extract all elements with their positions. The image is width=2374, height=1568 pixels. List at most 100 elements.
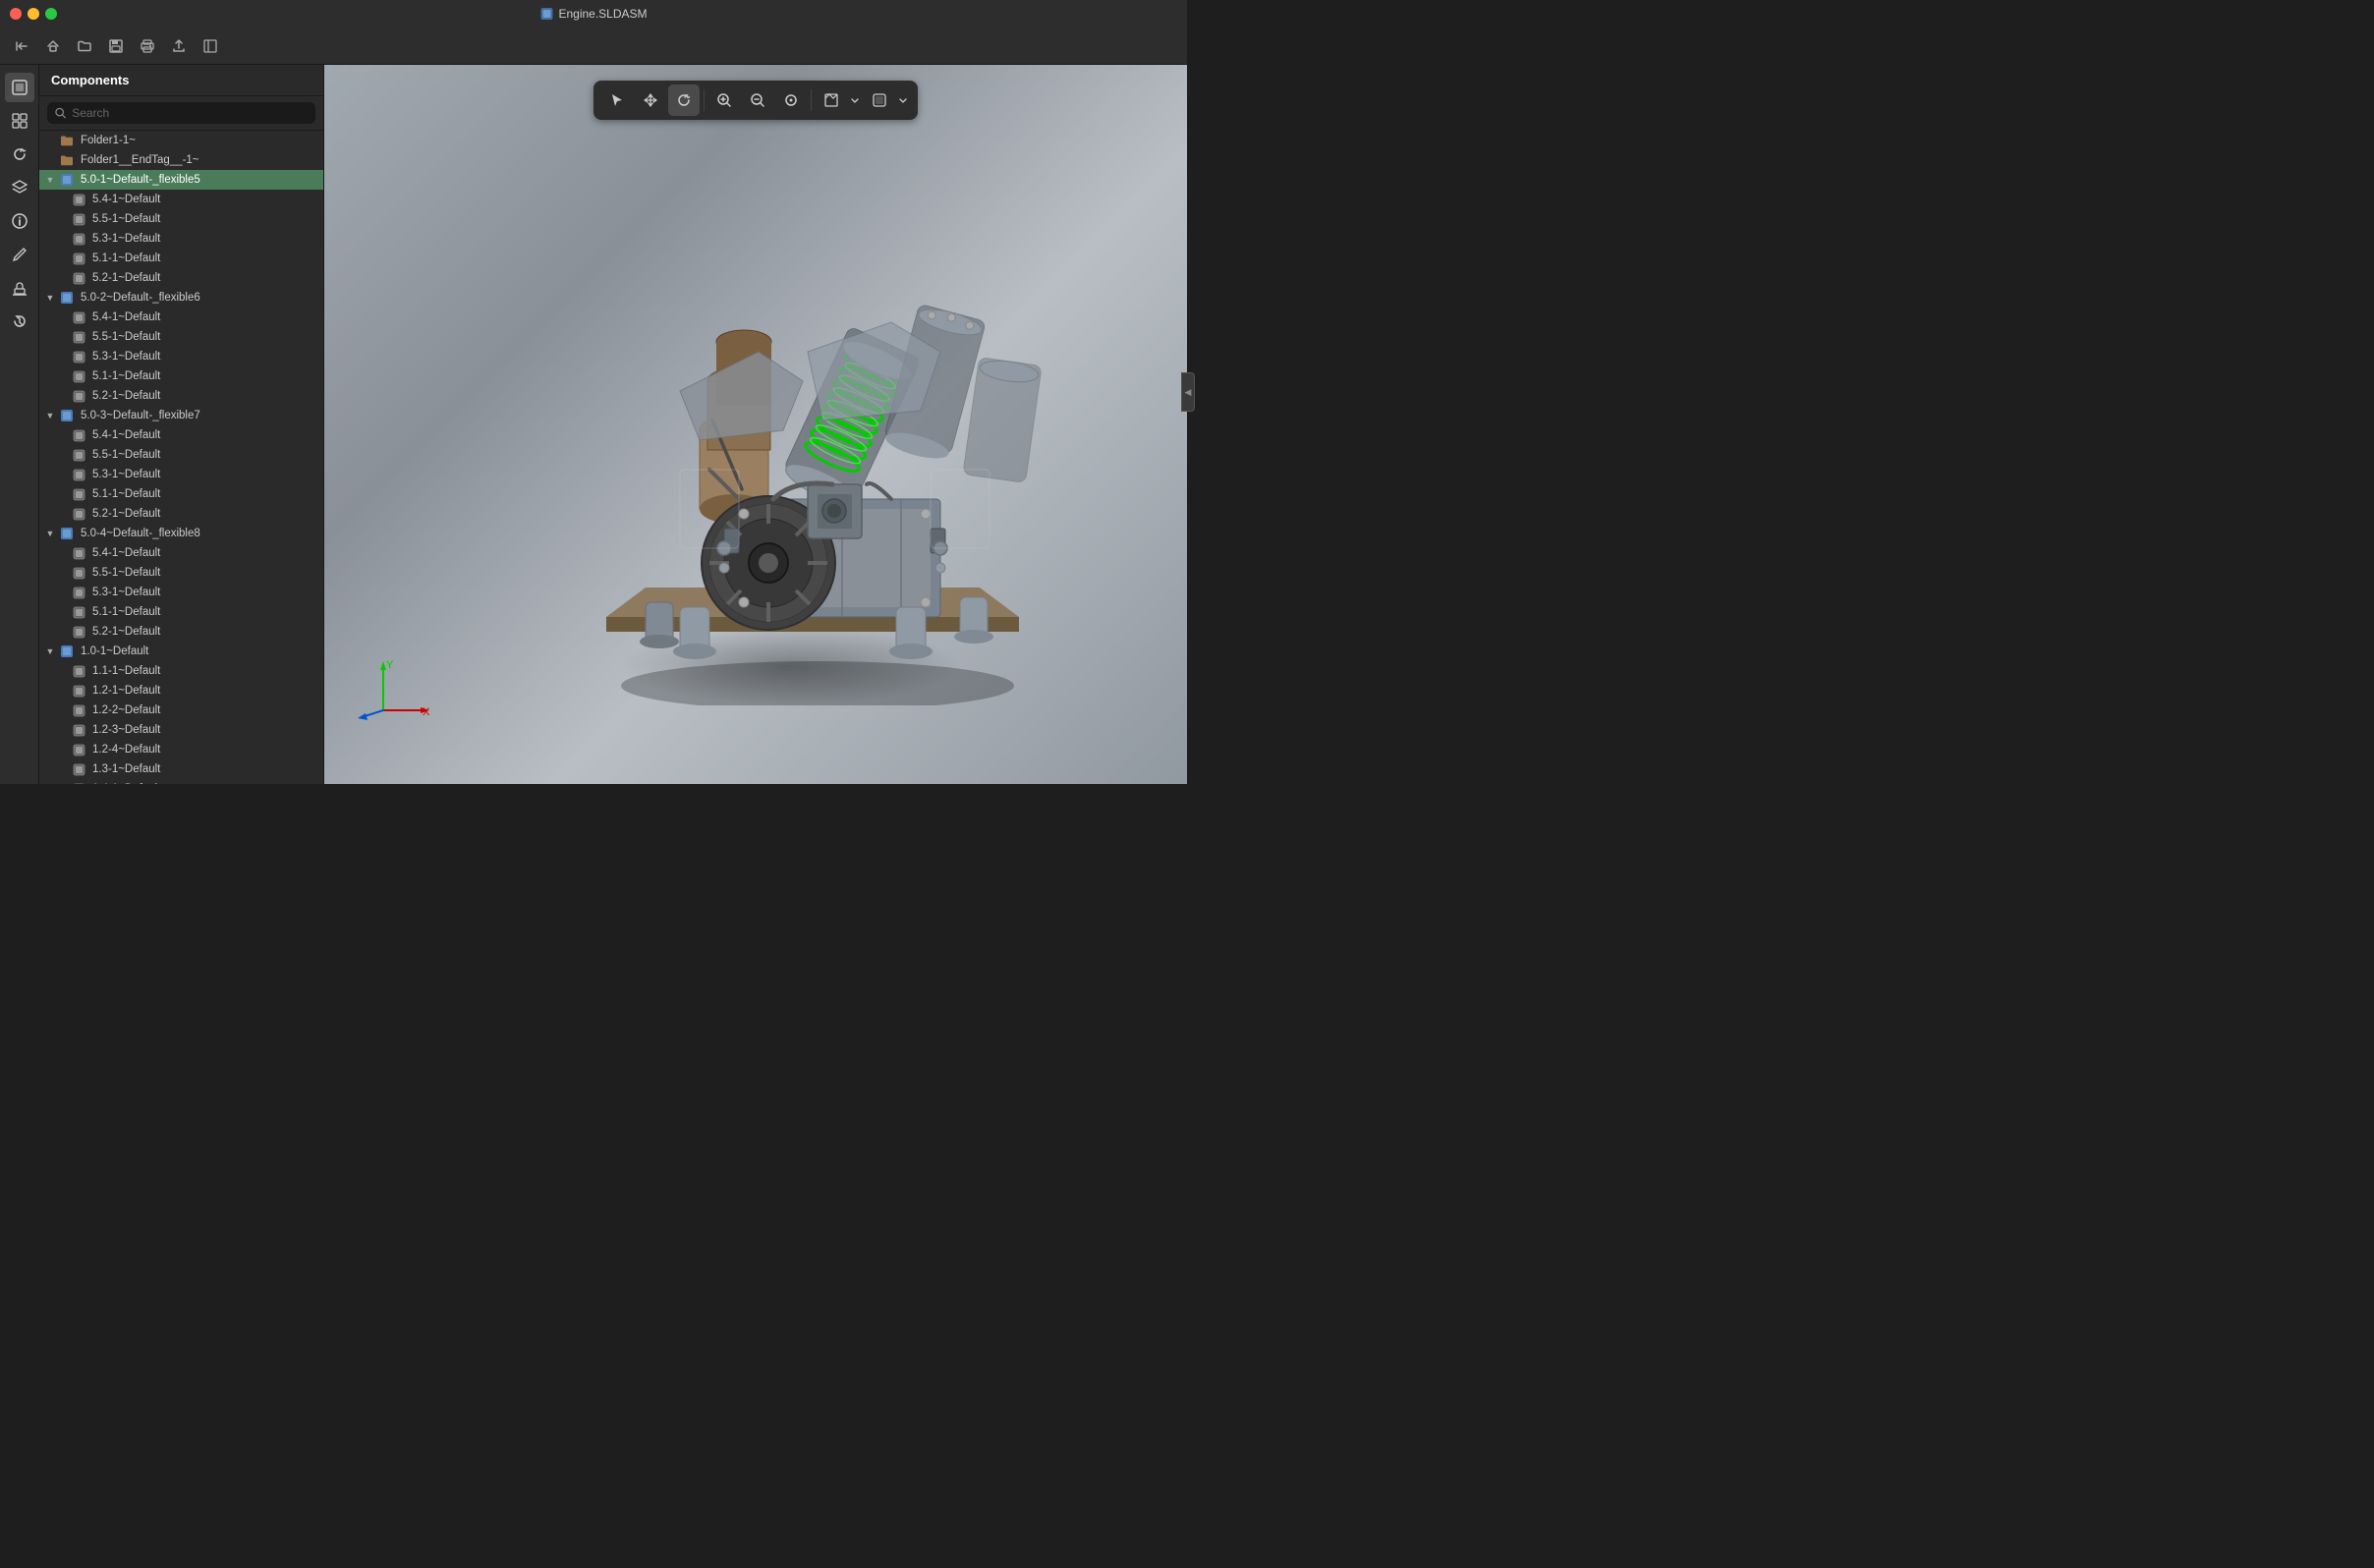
tree-item-5-3-1a[interactable]: 5.3-1~Default xyxy=(39,229,323,249)
sidebar-btn-grid[interactable] xyxy=(5,106,34,136)
tree-item-5-2-1a[interactable]: 5.2-1~Default xyxy=(39,268,323,288)
tree-item-label: 5.1-1~Default xyxy=(88,488,323,500)
close-button[interactable] xyxy=(10,8,22,20)
tree-toggle xyxy=(55,448,69,462)
tree-item-5-4-1a[interactable]: 5.4-1~Default xyxy=(39,190,323,209)
sidebar-btn-stamp[interactable] xyxy=(5,273,34,303)
viewport[interactable]: Y X xyxy=(324,65,1187,784)
tree-item-5-4-1d[interactable]: 5.4-1~Default xyxy=(39,543,323,563)
vp-fit-button[interactable] xyxy=(775,84,807,116)
vp-display-button[interactable] xyxy=(864,84,895,116)
tree-item-label: 1.2-1~Default xyxy=(88,685,323,697)
minimize-button[interactable] xyxy=(28,8,39,20)
vp-display-dropdown[interactable] xyxy=(896,95,910,105)
vp-rotate-button[interactable] xyxy=(668,84,700,116)
tree-item-5-5-1a[interactable]: 5.5-1~Default xyxy=(39,209,323,229)
folder-button[interactable] xyxy=(71,32,98,60)
sidebar-btn-info[interactable] xyxy=(5,206,34,236)
tree-toggle[interactable]: ▼ xyxy=(43,291,57,305)
tree-item-label: 5.3-1~Default xyxy=(88,351,323,363)
tree-item-label: 5.4-1~Default xyxy=(88,194,323,205)
search-wrapper xyxy=(47,102,315,124)
vp-display-group xyxy=(864,84,910,116)
sidebar-btn-part[interactable] xyxy=(5,73,34,102)
tree-item-icon xyxy=(71,761,86,777)
tree-toggle xyxy=(55,487,69,501)
tree-item-5-3-1b[interactable]: 5.3-1~Default xyxy=(39,347,323,366)
tree-item-5-5-1d[interactable]: 5.5-1~Default xyxy=(39,563,323,583)
tree-item-1-2-4[interactable]: 1.2-4~Default xyxy=(39,740,323,759)
tree-toggle[interactable]: ▼ xyxy=(43,527,57,540)
tree-item-5-1-1c[interactable]: 5.1-1~Default xyxy=(39,484,323,504)
tree-item-5-3-1c[interactable]: 5.3-1~Default xyxy=(39,465,323,484)
tree-item-5-5-1c[interactable]: 5.5-1~Default xyxy=(39,445,323,465)
icon-sidebar xyxy=(0,65,39,784)
tree-item-icon xyxy=(71,427,86,443)
export-button[interactable] xyxy=(165,32,193,60)
tree-item-1-2-3[interactable]: 1.2-3~Default xyxy=(39,720,323,740)
tree-item-icon xyxy=(71,565,86,581)
search-input[interactable] xyxy=(72,106,308,120)
tree-toggle[interactable]: ▼ xyxy=(43,409,57,422)
back-button[interactable] xyxy=(8,32,35,60)
tree-item-label: 5.5-1~Default xyxy=(88,213,323,225)
print-button[interactable] xyxy=(134,32,161,60)
sidebar-btn-layers[interactable] xyxy=(5,173,34,202)
sidebar-btn-history[interactable] xyxy=(5,307,34,336)
tree-toggle xyxy=(55,310,69,324)
vp-zoom-out-button[interactable] xyxy=(742,84,773,116)
tree-item-5-2-1d[interactable]: 5.2-1~Default xyxy=(39,622,323,642)
tree-item-icon xyxy=(71,624,86,640)
search-container xyxy=(39,96,323,131)
tree-item-5-5-1b[interactable]: 5.5-1~Default xyxy=(39,327,323,347)
tree-item-5-2-1c[interactable]: 5.2-1~Default xyxy=(39,504,323,524)
titlebar: Engine.SLDASM xyxy=(0,0,1187,28)
viewport-toolbar xyxy=(594,81,918,120)
sidebar-btn-refresh[interactable] xyxy=(5,140,34,169)
tree-item-5-1-1a[interactable]: 5.1-1~Default xyxy=(39,249,323,268)
tree-toggle[interactable]: ▼ xyxy=(43,173,57,187)
tree-item-icon xyxy=(71,702,86,718)
tree-item-1-3-1[interactable]: 1.3-1~Default xyxy=(39,759,323,779)
sidebar-btn-pen[interactable] xyxy=(5,240,34,269)
tree-item-icon xyxy=(59,152,75,168)
tree-item-folder1end[interactable]: Folder1__EndTag__-1~ xyxy=(39,150,323,170)
tree-item-5-4-1c[interactable]: 5.4-1~Default xyxy=(39,425,323,445)
tree-item-icon xyxy=(71,368,86,384)
save-button[interactable] xyxy=(102,32,130,60)
vp-view-dropdown[interactable] xyxy=(848,95,862,105)
tree-container[interactable]: Folder1-1~Folder1__EndTag__-1~▼5.0-1~Def… xyxy=(39,131,323,784)
tree-toggle xyxy=(55,546,69,560)
tree-item-folder1[interactable]: Folder1-1~ xyxy=(39,131,323,150)
tree-item-1-0-1[interactable]: ▼1.0-1~Default xyxy=(39,642,323,661)
maximize-button[interactable] xyxy=(45,8,57,20)
collapse-handle[interactable]: ◀ xyxy=(1181,372,1195,412)
tree-item-5-4-1b[interactable]: 5.4-1~Default xyxy=(39,308,323,327)
tree-item-1-2-2[interactable]: 1.2-2~Default xyxy=(39,700,323,720)
tree-item-5-1-1b[interactable]: 5.1-1~Default xyxy=(39,366,323,386)
tree-item-5-0-1[interactable]: ▼5.0-1~Default-_flexible5 xyxy=(39,170,323,190)
vp-select-button[interactable] xyxy=(601,84,633,116)
vp-zoom-in-button[interactable] xyxy=(708,84,740,116)
tree-item-5-2-1b[interactable]: 5.2-1~Default xyxy=(39,386,323,406)
tree-item-1-1-1[interactable]: 1.1-1~Default xyxy=(39,661,323,681)
tree-item-5-0-3[interactable]: ▼5.0-3~Default-_flexible7 xyxy=(39,406,323,425)
tree-toggle xyxy=(55,389,69,403)
tree-item-5-0-4[interactable]: ▼5.0-4~Default-_flexible8 xyxy=(39,524,323,543)
home-button[interactable] xyxy=(39,32,67,60)
panel-toggle-button[interactable] xyxy=(197,32,224,60)
tree-toggle[interactable]: ▼ xyxy=(43,644,57,658)
tree-item-5-0-2[interactable]: ▼5.0-2~Default-_flexible6 xyxy=(39,288,323,308)
tree-item-5-1-1d[interactable]: 5.1-1~Default xyxy=(39,602,323,622)
tree-toggle xyxy=(55,330,69,344)
tree-item-icon xyxy=(71,486,86,502)
tree-toggle xyxy=(55,625,69,639)
vp-view-button[interactable] xyxy=(816,84,847,116)
tree-item-icon xyxy=(71,545,86,561)
search-icon xyxy=(55,107,66,119)
svg-text:Y: Y xyxy=(386,659,394,671)
vp-move-button[interactable] xyxy=(635,84,666,116)
tree-item-5-3-1d[interactable]: 5.3-1~Default xyxy=(39,583,323,602)
tree-item-1-2-1[interactable]: 1.2-1~Default xyxy=(39,681,323,700)
tree-item-1-4-1[interactable]: 1.4-1~Default xyxy=(39,779,323,784)
